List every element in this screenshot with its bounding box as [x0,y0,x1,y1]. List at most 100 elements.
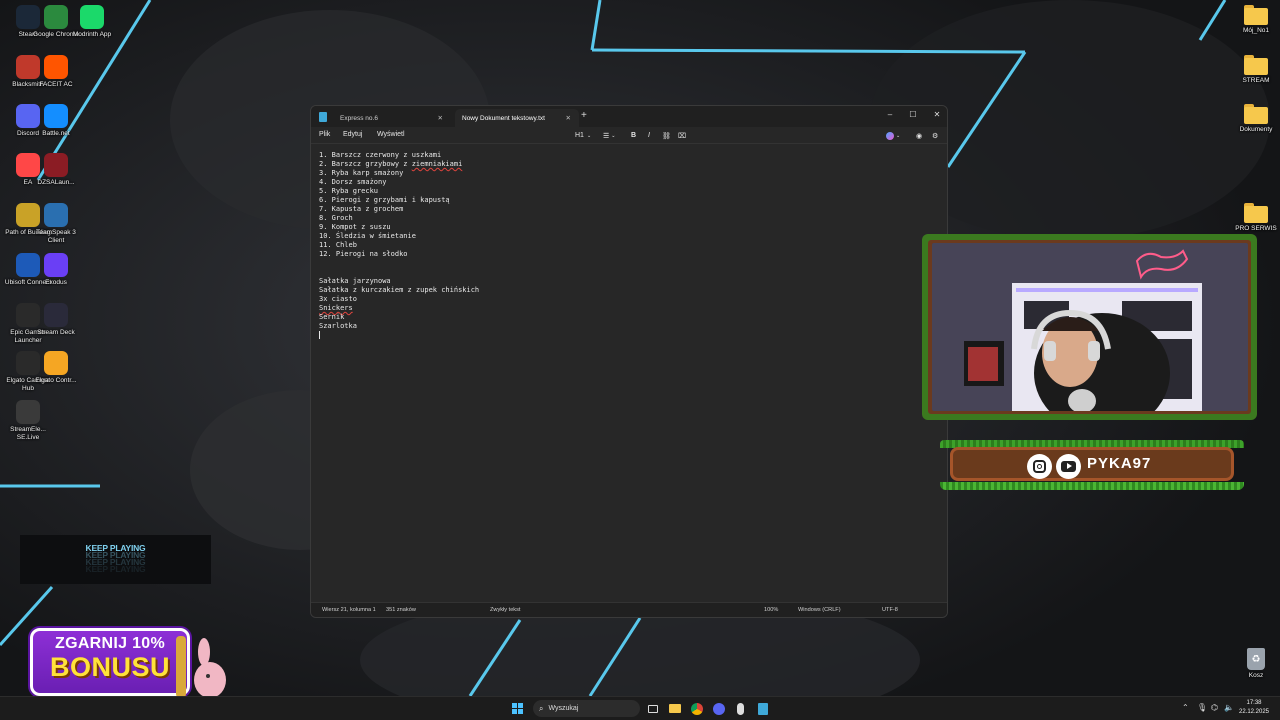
list-dropdown[interactable]: ☰ ⌄ [603,130,615,141]
folder-icon [1244,104,1268,124]
desktop-shortcut[interactable]: FACEIT AC [31,55,81,89]
search-placeholder: Wyszukaj [548,705,579,712]
text-caret [319,331,320,339]
text-line: 1. Barszcz czerwony z uszkami [319,151,442,159]
desktop-icon-label: STREAM [1242,77,1270,84]
desktop-shortcut[interactable]: DZSALaun... [31,153,81,187]
mascot-illustration [176,636,226,698]
text-line: 10. Śledzia w śmietanie [319,232,416,240]
bold-button[interactable]: B [631,130,636,141]
tab-express-no6[interactable]: Express no.6 ✕ [333,109,451,127]
tab-label: Express no.6 [340,114,378,122]
bold-label: B [631,132,637,139]
bonus-banner[interactable]: ZGARNIJ 10% BONUSU [30,628,190,696]
close-tab-icon[interactable]: ✕ [566,114,571,122]
desktop-icon-label: Elgato Contr... [35,377,77,384]
list-icon: ☰ [603,132,610,140]
file-explorer-icon[interactable] [667,701,682,716]
desktop-shortcut[interactable]: TeamSpeak 3 Client [31,203,81,244]
desktop-folder-moj-no1[interactable]: Mój_No1 [1231,5,1280,35]
mic-tray-icon[interactable]: 🎙 [1197,703,1207,712]
notepad-taskbar-icon[interactable] [755,701,770,716]
status-encoding: UTF-8 [882,607,898,613]
taskbar-clock[interactable]: 17:38 22.12.2025 [1238,699,1270,716]
status-format: Zwykły tekst [490,607,521,613]
close-icon[interactable]: ✕ [926,107,947,121]
copilot-icon[interactable]: ⌄ [886,130,900,141]
task-view-icon[interactable] [645,701,660,716]
clock-time: 17:38 [1246,700,1262,706]
desktop-shortcut[interactable]: StreamEle... SE.Live [3,400,53,441]
desktop-folder-dokumenty[interactable]: Dokumenty [1231,104,1280,134]
text-line: 2. Barszcz grzybowy z ziemniakiami [319,160,463,168]
taskbar-search-box[interactable]: ⌕ Wyszukaj [533,700,640,717]
title-bar: Express no.6 ✕ Nowy Dokument tekstowy.tx… [311,106,947,127]
keep-playing-echo: KEEP PLAYING [85,564,146,574]
new-tab-plus-icon[interactable]: + [581,110,587,121]
misspelled-word[interactable]: ziemniakiami [412,160,463,168]
search-icon: ⌕ [539,703,544,713]
dzsalauncher-icon [44,153,68,177]
chrome-icon[interactable] [689,701,704,716]
text-line: 9. Kompot z suszu [319,223,391,231]
bonus-line-1: ZGARNIJ 10% [55,635,165,652]
keep-playing-widget: KEEP PLAYING KEEP PLAYING KEEP PLAYING K… [20,535,211,584]
desktop-icon-label: TeamSpeak 3 Client [36,229,76,244]
modrinth-icon [80,5,104,29]
menu-view[interactable]: Wyświetl [377,131,405,138]
heading-dropdown[interactable]: H1 ⌄ [575,130,591,141]
folder-icon [1244,55,1268,75]
text-line: 6. Pierogi z grzybami i kapustą [319,196,450,204]
desktop-recycle-bin[interactable]: ♻ Kosz [1231,648,1280,680]
desktop-icon-label: DZSALaun... [37,179,75,186]
text-line: 3x ciasto [319,295,357,303]
text-line: Sałatka z kurczakiem z zupek chińskich [319,286,480,294]
network-icon[interactable]: ⌬ [1211,703,1218,712]
desktop-folder-pro-serwis[interactable]: PRO SERWIS [1231,203,1280,233]
tab-label: Nowy Dokument tekstowy.txt [462,114,545,122]
maximize-icon[interactable]: ☐ [902,107,924,121]
discord-icon[interactable] [711,701,726,716]
italic-label: I [648,132,650,139]
battle-net-icon [44,104,68,128]
text-line: 11. Chleb [319,241,357,249]
desktop-icon-label: Stream Deck [37,329,75,336]
notepad-window: Express no.6 ✕ Nowy Dokument tekstowy.tx… [310,105,948,618]
menu-edit[interactable]: Edytuj [343,131,362,138]
grass-decoration [940,482,1244,490]
text-line: 5. Ryba grecku [319,187,379,195]
desktop-shortcut[interactable]: Battle.net [31,104,81,138]
desktop-icon-label: PRO SERWIS [1235,225,1277,232]
text-editor[interactable]: 1. Barszcz czerwony z uszkami 2. Barszcz … [319,151,939,340]
chevron-down-icon: ⌄ [586,132,592,139]
italic-button[interactable]: I [648,130,650,141]
desktop-shortcut[interactable]: Elgato Contr... [31,351,81,385]
tray-overflow-chevron-icon[interactable]: ⌃ [1182,703,1189,712]
minimize-icon[interactable]: – [879,107,901,121]
close-tab-icon[interactable]: ✕ [438,114,443,122]
folder-icon [1244,203,1268,223]
tab-nowy-dokument[interactable]: Nowy Dokument tekstowy.txt ✕ [455,109,579,127]
desktop-shortcut[interactable]: Exodus [31,253,81,287]
link-icon[interactable]: ⛓ [662,130,671,141]
account-icon[interactable]: ◉ [916,130,922,141]
desktop-folder-stream[interactable]: STREAM [1231,55,1280,85]
chevron-down-icon: ⌄ [896,132,901,139]
desktop-shortcut[interactable]: Modrinth App [67,5,117,39]
clear-format-icon[interactable]: ⌧ [678,130,686,141]
misspelled-word[interactable]: Snickers [319,304,353,312]
desktop-icon-label: Battle.net [42,130,70,137]
settings-gear-icon[interactable]: ⚙ [932,130,938,141]
microphone-app-icon[interactable] [733,701,748,716]
desktop-icon-label: Mój_No1 [1242,27,1269,34]
faceit-icon [44,55,68,79]
streamelements-icon [16,400,40,424]
text-line: Sałatka jarzynowa [319,277,391,285]
menu-file[interactable]: Plik [319,131,330,138]
start-windows-icon[interactable] [510,701,525,716]
text-line [319,259,939,268]
instagram-icon [1027,454,1052,479]
desktop-shortcut[interactable]: Stream Deck [31,303,81,337]
status-bar: Wiersz 21, kolumna 1 351 znaków Zwykły t… [311,602,947,617]
volume-icon[interactable]: 🔈 [1224,703,1234,712]
